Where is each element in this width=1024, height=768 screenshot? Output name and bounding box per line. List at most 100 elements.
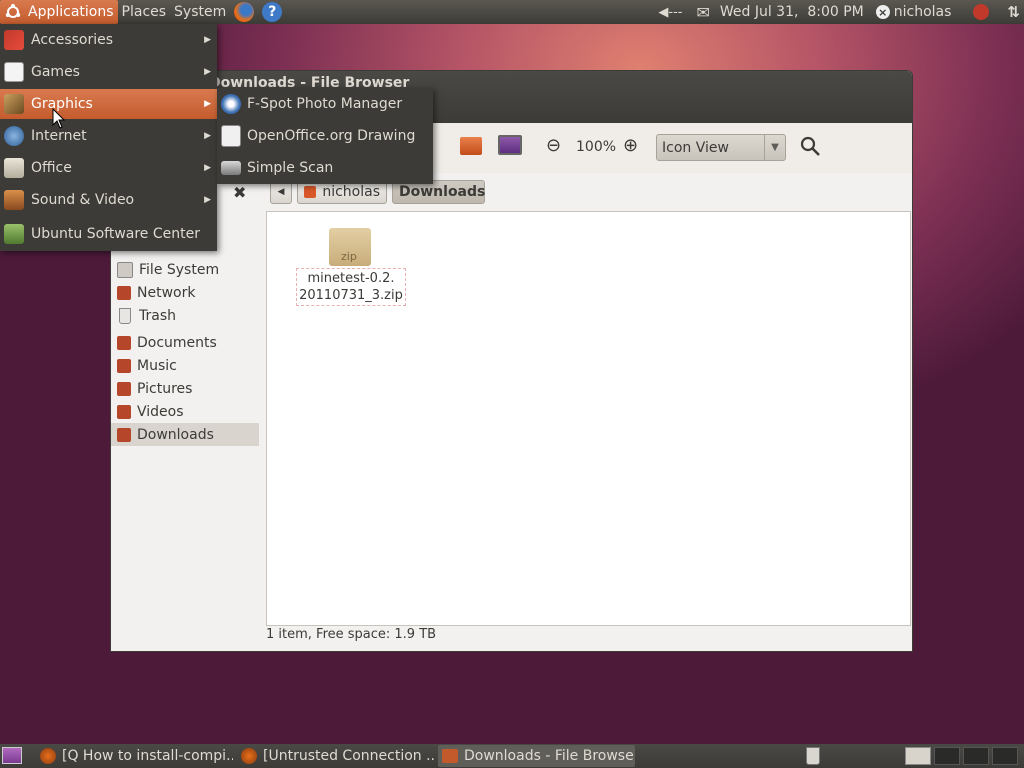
internet-icon xyxy=(4,126,24,146)
sidebar-item-label: File System xyxy=(139,261,220,278)
applications-menu[interactable]: Applications xyxy=(0,0,118,24)
chevron-right-icon: ▶ xyxy=(204,99,211,109)
submenu-item-label: Simple Scan xyxy=(247,160,334,176)
firefox-icon xyxy=(40,748,56,764)
zoom-out-icon[interactable]: ⊖ xyxy=(546,135,561,156)
view-mode-value: Icon View xyxy=(662,140,729,156)
firefox-icon xyxy=(234,2,255,22)
submenu-item-simple-scan[interactable]: Simple Scan xyxy=(217,153,433,183)
path-current-label: Downloads xyxy=(399,184,486,200)
sidebar-item-trash[interactable]: Trash xyxy=(111,304,259,327)
network-folder-icon xyxy=(117,285,131,300)
user-menu[interactable]: × nicholas xyxy=(872,0,970,24)
trash-icon xyxy=(119,307,131,324)
submenu-item-label: F-Spot Photo Manager xyxy=(247,96,403,112)
sidebar-item-videos[interactable]: Videos xyxy=(111,400,259,423)
top-panel: Applications Places System ? ◀--- ✉ Wed … xyxy=(0,0,1024,24)
taskbar-item-file-browser[interactable]: Downloads - File Browser xyxy=(438,745,635,767)
applications-menu-label: Applications xyxy=(28,4,114,20)
music-folder-icon xyxy=(117,358,131,373)
zoom-in-icon[interactable]: ⊕ xyxy=(623,135,638,156)
chevron-right-icon: ▶ xyxy=(204,195,211,205)
graphics-submenu: F-Spot Photo Manager OpenOffice.org Draw… xyxy=(217,88,433,184)
mouse-cursor-icon xyxy=(52,108,66,129)
task-label: [Q How to install-compi... xyxy=(62,748,233,764)
games-icon xyxy=(4,62,24,82)
workspace-switcher-slot[interactable] xyxy=(934,747,960,765)
workspace-switcher-slot[interactable] xyxy=(963,747,989,765)
submenu-item-fspot[interactable]: F-Spot Photo Manager xyxy=(217,89,433,119)
home-folder-icon[interactable] xyxy=(460,137,482,155)
view-mode-select[interactable]: Icon View ▼ xyxy=(656,134,786,161)
menu-item-label: Accessories xyxy=(31,32,114,48)
oo-drawing-icon xyxy=(221,125,241,147)
videos-folder-icon xyxy=(117,404,131,419)
volume-indicator[interactable]: ◀--- xyxy=(654,0,692,24)
submenu-item-oo-drawing[interactable]: OpenOffice.org Drawing xyxy=(217,121,433,151)
taskbar-item-firefox-untrusted[interactable]: [Untrusted Connection ... xyxy=(237,745,434,767)
close-sidebar-icon[interactable]: ✖ xyxy=(233,183,246,202)
help-launcher[interactable]: ? xyxy=(258,0,286,24)
chevron-left-icon: ◀ xyxy=(277,187,285,197)
network-indicator[interactable]: ⇅ xyxy=(1003,0,1024,24)
menu-item-games[interactable]: Games ▶ xyxy=(0,57,217,87)
sidebar-item-label: Videos xyxy=(137,403,184,420)
sidebar-item-network[interactable]: Network xyxy=(111,281,259,304)
file-name-line2: 20110731_3.zip xyxy=(299,288,403,303)
home-icon xyxy=(304,186,317,198)
sidebar-item-downloads[interactable]: Downloads xyxy=(111,423,259,446)
sidebar-item-label: Music xyxy=(137,357,177,374)
sidebar-item-music[interactable]: Music xyxy=(111,354,259,377)
sidebar-item-label: Documents xyxy=(137,334,217,351)
search-icon[interactable] xyxy=(799,135,820,156)
computer-icon[interactable] xyxy=(498,135,522,155)
clock[interactable]: Wed Jul 31, 8:00 PM xyxy=(716,0,872,24)
menu-item-accessories[interactable]: Accessories ▶ xyxy=(0,25,217,55)
workspace-switcher[interactable] xyxy=(905,747,931,765)
task-label: Downloads - File Browser xyxy=(464,748,635,764)
chevron-right-icon: ▶ xyxy=(204,163,211,173)
menu-item-label: Games xyxy=(31,64,80,80)
menu-item-label: Office xyxy=(31,160,72,176)
firefox-launcher[interactable] xyxy=(230,0,258,24)
taskbar-item-firefox-question[interactable]: [Q How to install-compi... xyxy=(36,745,233,767)
network-icon: ⇅ xyxy=(1007,3,1020,21)
menu-item-sound-video[interactable]: Sound & Video ▶ xyxy=(0,185,217,215)
pictures-folder-icon xyxy=(117,381,131,396)
software-center-icon xyxy=(4,224,24,244)
submenu-item-label: OpenOffice.org Drawing xyxy=(247,128,416,144)
sidebar-item-file-system[interactable]: File System xyxy=(111,258,259,281)
task-label: [Untrusted Connection ... xyxy=(263,748,434,764)
firefox-icon xyxy=(241,748,257,764)
fspot-icon xyxy=(221,94,241,114)
file-view[interactable]: zip minetest-0.2. 20110731_3.zip xyxy=(266,211,911,626)
menu-item-graphics[interactable]: Graphics ▶ xyxy=(0,89,217,119)
menu-item-office[interactable]: Office ▶ xyxy=(0,153,217,183)
file-item[interactable]: zip minetest-0.2. 20110731_3.zip xyxy=(296,228,406,306)
sidebar-item-label: Trash xyxy=(139,307,176,324)
user-name: nicholas xyxy=(893,4,952,20)
places-sidebar: File System Network Trash Documents Musi… xyxy=(111,207,259,647)
trash-icon[interactable] xyxy=(806,747,820,765)
date-time: Wed Jul 31, 8:00 PM xyxy=(719,4,864,20)
places-menu-label: Places xyxy=(121,4,167,20)
folder-icon xyxy=(442,749,458,763)
mail-indicator[interactable]: ✉ xyxy=(692,0,715,24)
menu-item-internet[interactable]: Internet ▶ xyxy=(0,121,217,151)
session-menu[interactable] xyxy=(969,0,1003,24)
graphics-icon xyxy=(4,94,24,114)
show-desktop-icon[interactable] xyxy=(2,747,22,764)
drive-icon xyxy=(117,261,133,278)
workspace-switcher-slot[interactable] xyxy=(992,747,1018,765)
places-menu[interactable]: Places xyxy=(118,0,171,24)
chevron-right-icon: ▶ xyxy=(204,67,211,77)
system-menu[interactable]: System xyxy=(170,0,230,24)
menu-item-software-center[interactable]: Ubuntu Software Center xyxy=(0,219,217,249)
zip-type-label: zip xyxy=(341,250,357,263)
menu-item-label: Sound & Video xyxy=(31,192,135,208)
sidebar-item-pictures[interactable]: Pictures xyxy=(111,377,259,400)
sidebar-item-documents[interactable]: Documents xyxy=(111,331,259,354)
mail-icon: ✉ xyxy=(696,2,710,22)
path-home-label: nicholas xyxy=(322,184,380,200)
office-icon xyxy=(4,158,24,178)
